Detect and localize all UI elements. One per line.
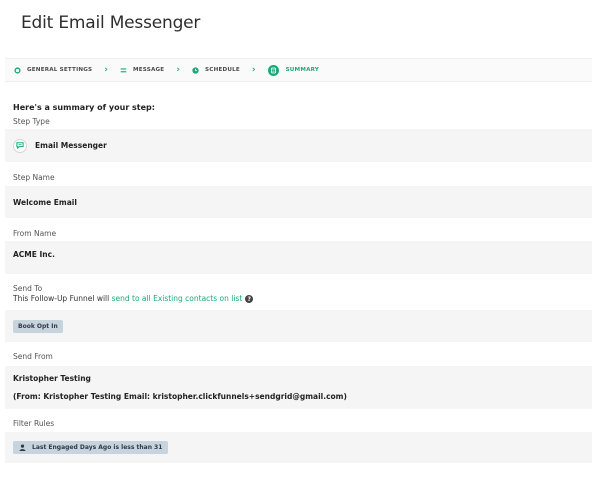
summary-panel: Here's a summary of your step: Step Type… bbox=[5, 82, 592, 463]
gear-icon bbox=[14, 66, 21, 74]
help-icon[interactable]: ? bbox=[245, 295, 254, 303]
step-name-value: Welcome Email bbox=[5, 186, 592, 218]
filter-rules-row: Last Engaged Days Ago is less than 31 bbox=[5, 432, 592, 463]
chevron-right-icon: › bbox=[251, 65, 256, 75]
step-label: GENERAL SETTINGS bbox=[27, 67, 93, 73]
filter-rule-badge: Last Engaged Days Ago is less than 31 bbox=[13, 441, 169, 454]
send-to-description: This Follow-Up Funnel will send to all E… bbox=[5, 294, 592, 310]
chevron-right-icon: › bbox=[176, 65, 181, 75]
step-progress-bar: GENERAL SETTINGS › MESSAGE › SCHEDULE › … bbox=[5, 58, 592, 82]
clock-icon bbox=[192, 66, 199, 74]
page-title: Edit Email Messenger bbox=[21, 13, 201, 33]
list-tag-badge: Book Opt In bbox=[13, 319, 63, 333]
lines-icon bbox=[120, 67, 127, 74]
step-schedule[interactable]: SCHEDULE bbox=[192, 66, 240, 74]
step-label: SCHEDULE bbox=[205, 67, 240, 73]
send-from-label: Send From bbox=[13, 352, 53, 361]
chevron-right-icon: › bbox=[104, 65, 108, 75]
step-label: SUMMARY bbox=[285, 67, 320, 73]
send-to-tag-row: Book Opt In bbox=[5, 310, 592, 342]
step-type-label: Step Type bbox=[13, 117, 50, 126]
step-summary[interactable]: SUMMARY bbox=[267, 64, 320, 76]
step-type-value: Email Messenger bbox=[35, 141, 107, 150]
step-type-value-row: Email Messenger bbox=[5, 129, 592, 162]
send-from-detail: (From: Kristopher Testing Email: kristop… bbox=[13, 392, 347, 402]
from-name-value: ACME Inc. bbox=[5, 241, 592, 274]
send-from-value-box: Kristopher Testing (From: Kristopher Tes… bbox=[5, 366, 592, 409]
step-message[interactable]: MESSAGE bbox=[120, 67, 164, 74]
filter-rules-label: Filter Rules bbox=[13, 419, 55, 428]
from-name-label: From Name bbox=[13, 229, 57, 238]
send-to-label: Send To bbox=[13, 284, 43, 293]
step-general-settings[interactable]: GENERAL SETTINGS bbox=[14, 66, 93, 74]
send-from-name: Kristopher Testing bbox=[13, 373, 91, 383]
summary-intro: Here's a summary of your step: bbox=[13, 103, 155, 112]
step-name-label: Step Name bbox=[13, 173, 55, 182]
checklist-icon bbox=[267, 64, 279, 76]
send-to-link[interactable]: send to all Existing contacts on list bbox=[112, 294, 243, 303]
filter-rule-text: Last Engaged Days Ago is less than 31 bbox=[32, 444, 163, 451]
send-to-text: This Follow-Up Funnel will bbox=[13, 294, 112, 303]
user-icon bbox=[19, 444, 26, 451]
step-label: MESSAGE bbox=[132, 67, 165, 73]
message-icon bbox=[13, 138, 27, 153]
